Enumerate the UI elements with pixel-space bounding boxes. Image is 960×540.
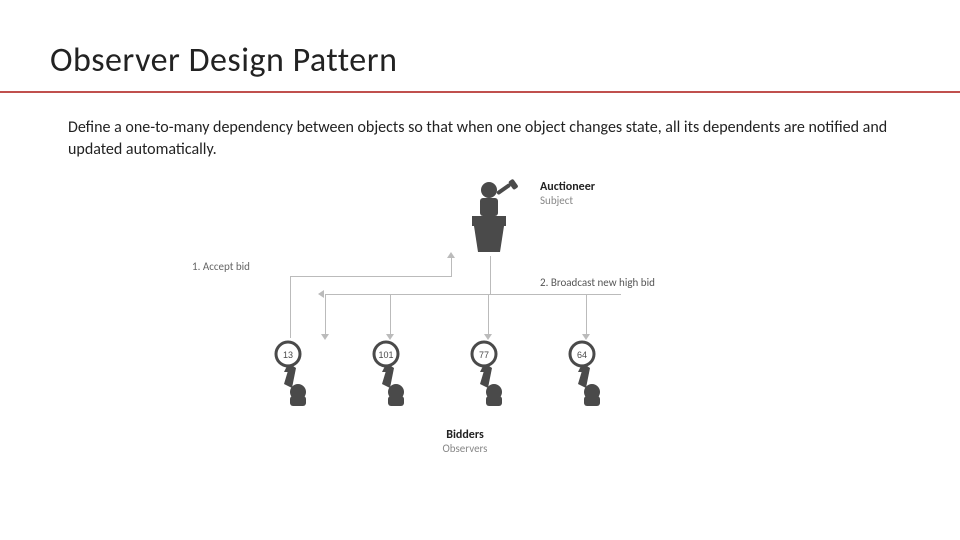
bidder-icon: 13 — [266, 336, 318, 406]
observer-diagram: Auctioneer Subject 1. Accept bid 2. Broa… — [210, 178, 750, 468]
subject-subtitle: Subject — [540, 194, 630, 207]
bidder-icon: 101 — [364, 336, 416, 406]
drop4 — [586, 294, 587, 336]
paddle-number: 13 — [283, 350, 293, 360]
line-accept-v — [290, 276, 291, 338]
arrow-broadcast-left — [318, 290, 324, 298]
title-underline — [0, 91, 960, 93]
arrow-accept — [447, 252, 455, 258]
observers-title: Bidders — [415, 428, 515, 442]
auctioneer-figure — [454, 178, 524, 261]
bidders-row: 13 101 — [266, 336, 612, 411]
drop3 — [488, 294, 489, 336]
bidder-1: 13 — [266, 336, 318, 411]
diagram-container: Auctioneer Subject 1. Accept bid 2. Broa… — [50, 178, 910, 468]
bidder-2: 101 — [364, 336, 416, 411]
slide: Observer Design Pattern Define a one-to-… — [0, 0, 960, 488]
paddle-number: 64 — [577, 350, 587, 360]
bidder-icon: 77 — [462, 336, 514, 406]
paddle-number: 77 — [479, 350, 489, 360]
paddle-number: 101 — [378, 350, 393, 360]
definition-text: Define a one-to-many dependency between … — [68, 117, 890, 160]
subject-label: Auctioneer Subject — [540, 180, 630, 207]
step1-label: 1. Accept bid — [192, 260, 250, 273]
observers-subtitle: Observers — [415, 442, 515, 455]
step2-label: 2. Broadcast new high bid — [540, 276, 655, 289]
observers-label: Bidders Observers — [415, 428, 515, 455]
bidder-icon: 64 — [560, 336, 612, 406]
line-broadcast-bus — [325, 294, 621, 295]
bidder-3: 77 — [462, 336, 514, 411]
bidder-4: 64 — [560, 336, 612, 411]
drop2 — [390, 294, 391, 336]
auctioneer-icon — [454, 178, 524, 256]
page-title: Observer Design Pattern — [50, 40, 910, 81]
line-accept-h — [290, 276, 452, 277]
line-accept-v2 — [451, 256, 452, 276]
line-broadcast-stem — [490, 256, 491, 294]
drop1 — [325, 294, 326, 336]
subject-title: Auctioneer — [540, 180, 630, 194]
